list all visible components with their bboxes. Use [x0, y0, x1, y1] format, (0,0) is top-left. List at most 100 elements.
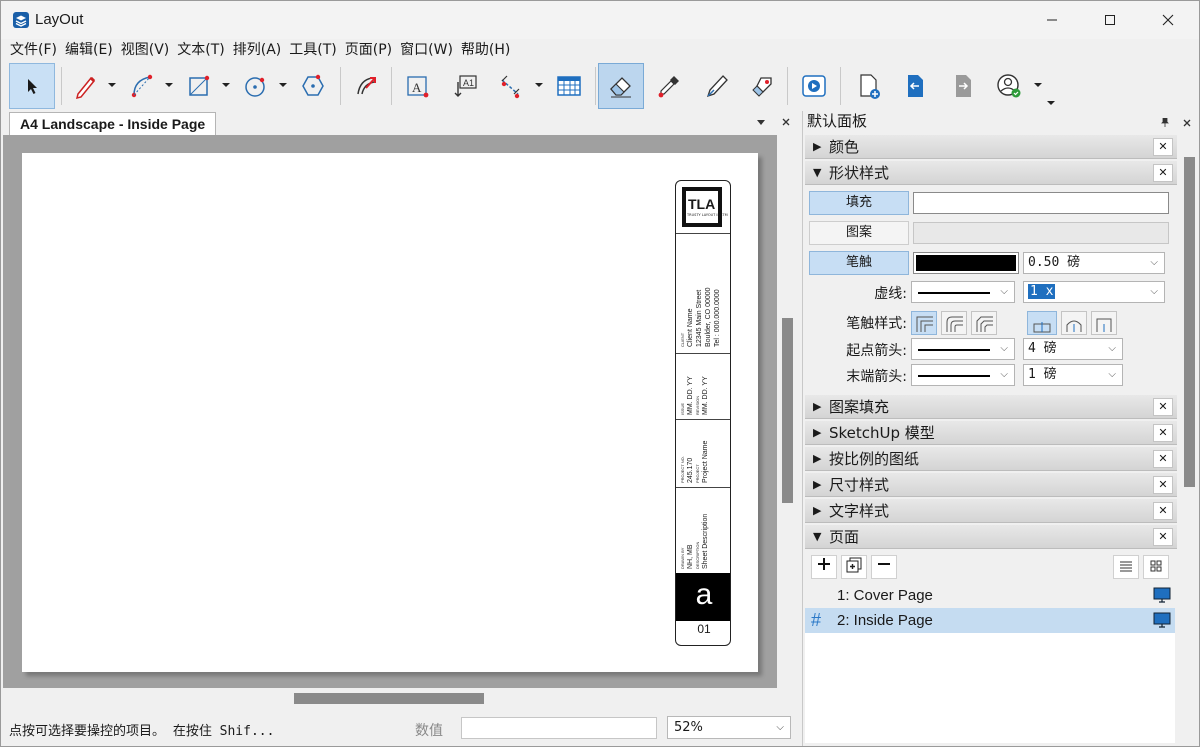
dash-scale-select[interactable]: 1 x ⌵ — [1023, 281, 1165, 303]
start-arrow-select[interactable]: ⌵ — [911, 338, 1015, 360]
section-pattern-fill[interactable]: ▶ 图案填充 ✕ — [805, 395, 1177, 419]
page-list-item[interactable]: 1: Cover Page — [805, 583, 1175, 608]
menu-text[interactable]: 文本(T) — [174, 39, 227, 61]
paper-page[interactable]: TLA TRUSTY LAYOUT INCTM CLIENT Client Na… — [22, 153, 758, 672]
pattern-toggle-button[interactable]: 图案 — [809, 221, 909, 245]
end-arrow-select[interactable]: ⌵ — [911, 364, 1015, 386]
tray-scroll-thumb[interactable] — [1184, 157, 1195, 487]
next-page-tool-button[interactable] — [940, 63, 986, 109]
close-section-icon[interactable]: ✕ — [1153, 528, 1173, 546]
close-tray-icon[interactable] — [1183, 119, 1191, 127]
section-text-style[interactable]: ▶ 文字样式 ✕ — [805, 499, 1177, 523]
rectangle-tool-button[interactable] — [176, 63, 222, 109]
previous-page-tool-button[interactable] — [892, 63, 938, 109]
start-arrow-size-select[interactable]: 4 磅 ⌵ — [1023, 338, 1123, 360]
eraser-tool-button[interactable] — [598, 63, 644, 109]
circle-tool-button[interactable] — [233, 63, 279, 109]
document-tab[interactable]: A4 Landscape - Inside Page — [9, 112, 217, 135]
menu-view[interactable]: 视图(V) — [118, 39, 173, 61]
add-page-button[interactable] — [811, 555, 837, 579]
select-tool-button[interactable] — [9, 63, 55, 109]
zoom-select[interactable]: 52% ⌵ — [667, 716, 791, 739]
dash-pattern-select[interactable]: ⌵ — [911, 281, 1015, 303]
add-page-tool-button[interactable] — [846, 63, 892, 109]
horizontal-scroll-thumb[interactable] — [294, 693, 484, 704]
minimize-button[interactable] — [1023, 1, 1081, 39]
close-section-icon[interactable]: ✕ — [1153, 502, 1173, 520]
tray-scrollbar[interactable] — [1181, 139, 1197, 745]
offset-tool-button[interactable] — [343, 63, 389, 109]
close-tab-icon[interactable] — [782, 118, 790, 126]
close-button[interactable] — [1139, 1, 1197, 39]
presentation-monitor-icon[interactable] — [1153, 587, 1171, 603]
title-block[interactable]: TLA TRUSTY LAYOUT INCTM CLIENT Client Na… — [675, 180, 731, 646]
section-dimension-style[interactable]: ▶ 尺寸样式 ✕ — [805, 473, 1177, 497]
chevron-down-icon[interactable] — [221, 81, 231, 89]
chevron-down-icon[interactable] — [164, 81, 174, 89]
delete-page-button[interactable] — [871, 555, 897, 579]
chevron-down-icon[interactable] — [1033, 81, 1043, 89]
stroke-toggle-button[interactable]: 笔触 — [809, 251, 909, 275]
cap-square-button[interactable] — [1091, 311, 1117, 335]
menu-arrange[interactable]: 排列(A) — [230, 39, 285, 61]
account-tool-button[interactable] — [986, 63, 1032, 109]
join-miter-button[interactable] — [911, 311, 937, 335]
fill-toggle-button[interactable]: 填充 — [809, 191, 909, 215]
presentation-monitor-icon[interactable] — [1153, 612, 1171, 628]
section-pages[interactable]: ▼ 页面 ✕ — [805, 525, 1177, 549]
menu-window[interactable]: 窗口(W) — [397, 39, 456, 61]
arc-tool-button[interactable] — [119, 63, 165, 109]
section-shape-style[interactable]: ▼ 形状样式 ✕ — [805, 161, 1177, 185]
chevron-down-icon[interactable] — [107, 81, 117, 89]
chevron-down-icon[interactable] — [534, 81, 544, 89]
toolbar-overflow-icon[interactable] — [1046, 99, 1056, 107]
list-view-button[interactable] — [1113, 555, 1139, 579]
presentation-tool-button[interactable] — [791, 63, 837, 109]
tab-menu-icon[interactable] — [757, 120, 765, 126]
section-sketchup-model[interactable]: ▶ SketchUp 模型 ✕ — [805, 421, 1177, 445]
close-section-icon[interactable]: ✕ — [1153, 424, 1173, 442]
menu-pages[interactable]: 页面(P) — [342, 39, 395, 61]
horizontal-scrollbar[interactable] — [3, 688, 777, 708]
split-tool-button[interactable] — [694, 63, 740, 109]
close-section-icon[interactable]: ✕ — [1153, 138, 1173, 156]
duplicate-page-button[interactable] — [841, 555, 867, 579]
close-section-icon[interactable]: ✕ — [1153, 164, 1173, 182]
vertical-scrollbar[interactable] — [777, 135, 799, 688]
thumbnail-view-button[interactable] — [1143, 555, 1169, 579]
menu-help[interactable]: 帮助(H) — [458, 39, 513, 61]
stroke-width-select[interactable]: 0.50 磅 ⌵ — [1023, 252, 1165, 274]
menu-edit[interactable]: 编辑(E) — [62, 39, 116, 61]
text-tool-button[interactable]: A — [394, 63, 440, 109]
style-tool-button[interactable] — [646, 63, 692, 109]
end-arrow-size-select[interactable]: 1 磅 ⌵ — [1023, 364, 1123, 386]
join-bevel-button[interactable] — [971, 311, 997, 335]
section-title: 尺寸样式 — [829, 476, 890, 494]
menu-tools[interactable]: 工具(T) — [286, 39, 339, 61]
vertical-scroll-thumb[interactable] — [782, 318, 793, 503]
page-list-item-selected[interactable]: # 2: Inside Page — [805, 608, 1175, 633]
section-scaled-drawing[interactable]: ▶ 按比例的图纸 ✕ — [805, 447, 1177, 471]
join-tool-button[interactable] — [740, 63, 786, 109]
label-tool-button[interactable]: A1 — [442, 63, 488, 109]
join-round-button[interactable] — [941, 311, 967, 335]
cap-butt-button[interactable] — [1027, 311, 1057, 335]
section-colors[interactable]: ▶ 颜色 ✕ — [805, 135, 1177, 159]
menu-file[interactable]: 文件(F) — [7, 39, 60, 61]
table-tool-button[interactable] — [546, 63, 592, 109]
document-canvas[interactable]: TLA TRUSTY LAYOUT INCTM CLIENT Client Na… — [3, 135, 777, 688]
close-section-icon[interactable]: ✕ — [1153, 450, 1173, 468]
close-section-icon[interactable]: ✕ — [1153, 476, 1173, 494]
value-input[interactable] — [461, 717, 657, 739]
stroke-color-swatch[interactable] — [913, 252, 1019, 274]
chevron-down-icon[interactable] — [278, 81, 288, 89]
dimension-tool-button[interactable] — [488, 63, 534, 109]
close-section-icon[interactable]: ✕ — [1153, 398, 1173, 416]
line-tool-button[interactable] — [63, 63, 109, 109]
maximize-button[interactable] — [1081, 1, 1139, 39]
cap-round-button[interactable] — [1061, 311, 1087, 335]
fill-color-swatch[interactable] — [913, 192, 1169, 214]
pattern-swatch[interactable] — [913, 222, 1169, 244]
pin-icon[interactable] — [1161, 118, 1169, 127]
polygon-tool-button[interactable] — [290, 63, 336, 109]
